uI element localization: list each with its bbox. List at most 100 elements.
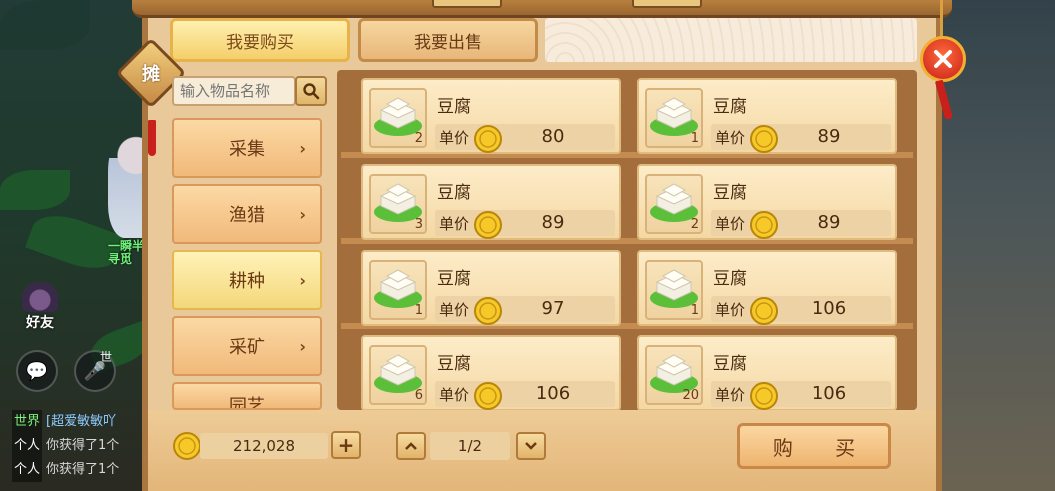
category-label: 采矿 — [229, 337, 265, 358]
item-slot: 3 — [369, 174, 427, 234]
chat-channel: 世界 — [12, 410, 43, 434]
gold-coin-icon — [750, 211, 778, 239]
item-slot: 1 — [369, 260, 427, 320]
tab-buy[interactable]: 我要购买 — [170, 18, 350, 62]
search-input[interactable] — [172, 76, 296, 106]
item-card[interactable]: 1 豆腐单价 89 — [637, 78, 897, 154]
category-label: 渔猎 — [229, 205, 265, 226]
unit-price-label: 单价 — [439, 215, 470, 233]
gold-coin-icon — [474, 125, 502, 153]
item-quantity: 1 — [690, 131, 699, 146]
page-down-button[interactable] — [516, 432, 546, 460]
item-slot: 1 — [645, 260, 703, 320]
category-label: 采集 — [229, 139, 265, 160]
chevron-down-icon — [525, 442, 537, 450]
close-icon — [934, 50, 952, 68]
item-slot: 2 — [645, 174, 703, 234]
gold-coin-icon — [474, 382, 502, 410]
category-label: 耕种 — [229, 271, 265, 292]
gold-coin-icon — [474, 297, 502, 325]
chat-button[interactable]: 💬 — [16, 350, 58, 392]
chat-message: 你获得了1个 — [46, 438, 120, 453]
item-price: 106 — [811, 383, 847, 404]
add-currency-button[interactable]: + — [331, 431, 361, 459]
chevron-right-icon: › — [299, 270, 306, 290]
item-quantity: 2 — [690, 217, 699, 232]
item-price: 80 — [541, 126, 565, 147]
stall-badge-label: 摊 — [142, 64, 160, 85]
friends-button[interactable]: 好友 — [14, 282, 66, 332]
chevron-right-icon: › — [299, 204, 306, 224]
search-button[interactable] — [295, 76, 327, 106]
item-quantity: 1 — [414, 303, 423, 318]
item-slot: 1 — [645, 88, 703, 148]
tassel-decoration — [148, 120, 156, 156]
chat-line: 个人 你获得了1个 — [12, 458, 162, 482]
lantern-string — [940, 0, 943, 38]
unit-price-label: 单价 — [439, 386, 470, 404]
voice-button[interactable]: 🎤 世 — [74, 350, 116, 392]
item-price: 89 — [817, 126, 841, 147]
item-card[interactable]: 6 豆腐单价 106 — [361, 335, 621, 411]
buy-button[interactable]: 购 买 — [737, 423, 891, 469]
chat-message: 你获得了1个 — [46, 462, 120, 477]
unit-price-label: 单价 — [715, 215, 746, 233]
item-quantity: 1 — [690, 303, 699, 318]
chat-channel: 个人 — [12, 434, 43, 458]
roof-ornament — [632, 0, 702, 8]
roof-ornament — [432, 0, 502, 8]
item-price: 106 — [535, 383, 571, 404]
tab-sell[interactable]: 我要出售 — [358, 18, 538, 62]
unit-price-label: 单价 — [715, 129, 746, 147]
item-quantity: 6 — [414, 388, 423, 403]
page-up-button[interactable] — [396, 432, 426, 460]
category-label: 园艺 — [229, 396, 265, 410]
chevron-right-icon: › — [299, 336, 306, 356]
unit-price-label: 单价 — [715, 301, 746, 319]
gold-coin-icon — [750, 297, 778, 325]
cloud-pattern-strip — [545, 18, 917, 62]
category-item[interactable]: 园艺 — [172, 382, 322, 410]
item-price: 106 — [811, 298, 847, 319]
item-name: 豆腐 — [437, 354, 471, 374]
item-slot: 20 — [645, 345, 703, 405]
close-button[interactable] — [920, 36, 966, 82]
friends-avatar-icon — [22, 282, 58, 312]
category-item[interactable]: 采矿 › — [172, 316, 322, 376]
plus-icon: + — [337, 433, 355, 457]
gold-coin-icon — [474, 211, 502, 239]
item-card[interactable]: 3 豆腐单价 89 — [361, 164, 621, 240]
category-item-active[interactable]: 耕种 › — [172, 250, 322, 310]
item-name: 豆腐 — [713, 97, 747, 117]
chat-line: 世界 [超爱敏敏吖 — [12, 410, 162, 434]
category-item[interactable]: 渔猎 › — [172, 184, 322, 244]
item-card[interactable]: 2 豆腐 单价 89 — [637, 164, 897, 240]
chat-channel: 个人 — [12, 458, 43, 482]
item-name: 豆腐 — [437, 97, 471, 117]
chevron-right-icon: › — [299, 138, 306, 158]
chat-log[interactable]: 世界 [超爱敏敏吖 个人 你获得了1个 个人 你获得了1个 — [12, 410, 162, 482]
item-quantity: 2 — [414, 131, 423, 146]
category-item[interactable]: 采集 › — [172, 118, 322, 178]
foliage-decoration — [0, 170, 70, 210]
item-card[interactable]: 20 豆腐 单价 106 — [637, 335, 897, 411]
voice-channel-tag: 世 — [99, 350, 112, 364]
item-name: 豆腐 — [713, 183, 747, 203]
chat-message: [超爱敏敏吖 — [46, 414, 117, 429]
unit-price-label: 单价 — [439, 301, 470, 319]
foliage-decoration — [0, 0, 90, 50]
chevron-up-icon — [405, 442, 417, 450]
item-card[interactable]: 1 豆腐 单价 97 — [361, 250, 621, 326]
item-name: 豆腐 — [713, 354, 747, 374]
item-name: 豆腐 — [713, 269, 747, 289]
item-quantity: 3 — [414, 217, 423, 232]
currency-balance: 212,028 — [200, 433, 328, 459]
item-card[interactable]: 1 豆腐单价 106 — [637, 250, 897, 326]
item-price: 89 — [541, 212, 565, 233]
gold-coin-icon — [750, 382, 778, 410]
chat-bubble-icon: 💬 — [25, 360, 49, 382]
item-name: 豆腐 — [437, 183, 471, 203]
gold-coin-icon — [173, 432, 201, 460]
item-card[interactable]: 2 豆腐 单价 80 — [361, 78, 621, 154]
gold-coin-icon — [750, 125, 778, 153]
